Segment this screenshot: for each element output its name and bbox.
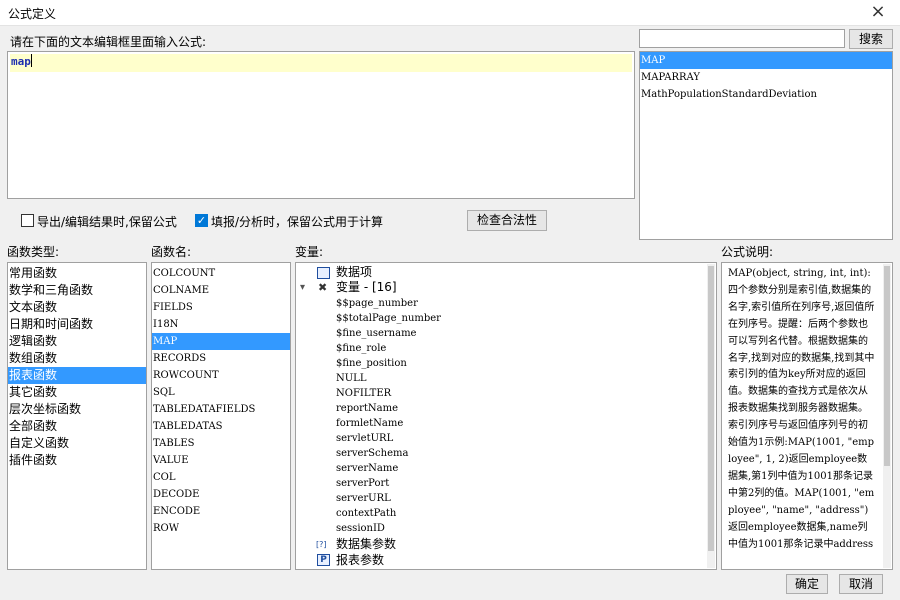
search-result-item[interactable]: MAPARRAY (640, 69, 892, 86)
formula-editor-line[interactable]: map (10, 54, 632, 72)
search-results-list[interactable]: MAP MAPARRAY MathPopulationStandardDeviati… (639, 51, 893, 240)
keep-on-export-checkbox[interactable] (21, 214, 34, 227)
function-type-item[interactable]: 数学和三角函数 (8, 282, 146, 299)
function-types-header: 函数类型: (7, 245, 60, 259)
variable-item[interactable]: NOFILTER (336, 386, 391, 401)
text-caret (30, 54, 32, 67)
search-result-item[interactable]: MAP (640, 52, 892, 69)
data-item-icon (317, 267, 330, 279)
dataset-params-icon: [?] (316, 540, 327, 549)
function-name-item[interactable]: COLNAME (152, 282, 290, 299)
function-name-item[interactable]: FIELDS (152, 299, 290, 316)
tree-item-dataset-params[interactable]: 数据集参数 (336, 537, 396, 552)
variables-tree[interactable]: 数据项 ▾ ✖ 变量 - [16] $$page_number $$totalPa… (295, 262, 717, 570)
variable-item[interactable]: reportName (336, 401, 398, 416)
function-name-item[interactable]: I18N (152, 316, 290, 333)
variable-item[interactable]: serverPort (336, 476, 389, 491)
function-name-item[interactable]: ROWCOUNT (152, 367, 290, 384)
window-title: 公式定义 (8, 7, 57, 21)
function-type-item[interactable]: 报表函数 (8, 367, 146, 384)
keep-on-fill-checkbox[interactable]: ✓ (195, 214, 208, 227)
variable-item[interactable]: $fine_username (336, 326, 416, 341)
cancel-button[interactable]: 取消 (839, 574, 883, 594)
close-icon[interactable]: × (860, 1, 896, 25)
variable-item[interactable]: serverSchema (336, 446, 408, 461)
variable-item[interactable]: $fine_role (336, 341, 386, 356)
description-panel: MAP(object, string, int, int):四个参数分别是索引值… (721, 262, 893, 570)
variable-item[interactable]: $fine_position (336, 356, 407, 371)
function-type-item[interactable]: 全部函数 (8, 418, 146, 435)
function-type-item[interactable]: 文本函数 (8, 299, 146, 316)
variables-scroll-thumb[interactable] (708, 266, 714, 551)
tree-item-report-params[interactable]: 报表参数 (336, 553, 384, 568)
variable-item[interactable]: serverName (336, 461, 398, 476)
description-text: MAP(object, string, int, int):四个参数分别是索引值… (728, 268, 875, 550)
tree-item-data-items[interactable]: 数据项 (336, 265, 372, 280)
keep-on-fill-label: 填报/分析时，保留公式用于计算 (211, 215, 384, 229)
editor-label: 请在下面的文本编辑框里面输入公式: (10, 35, 207, 49)
function-name-item[interactable]: COL (152, 469, 290, 486)
variables-header: 变量: (295, 245, 324, 259)
variable-item[interactable]: NULL (336, 371, 366, 386)
ok-button[interactable]: 确定 (786, 574, 828, 594)
check-validity-button[interactable]: 检查合法性 (467, 210, 547, 231)
function-name-item[interactable]: ROW (152, 520, 290, 537)
report-params-icon: P (317, 554, 330, 566)
function-name-item[interactable]: VALUE (152, 452, 290, 469)
function-name-item[interactable]: DECODE (152, 486, 290, 503)
function-names-list[interactable]: COLCOUNT COLNAME FIELDS I18N MAP RECORDS ROWCO… (151, 262, 291, 570)
function-name-item[interactable]: SQL (152, 384, 290, 401)
function-type-item[interactable]: 层次坐标函数 (8, 401, 146, 418)
variable-item[interactable]: sessionID (336, 521, 385, 536)
title-bar: 公式定义 × (0, 0, 900, 26)
function-name-item[interactable]: TABLEDATAS (152, 418, 290, 435)
function-type-item[interactable]: 常用函数 (8, 265, 146, 282)
function-name-item[interactable]: ENCODE (152, 503, 290, 520)
function-name-item[interactable]: COLCOUNT (152, 265, 290, 282)
function-name-item[interactable]: TABLES (152, 435, 290, 452)
function-name-item[interactable]: MAP (152, 333, 290, 350)
variables-scrollbar[interactable] (707, 264, 715, 568)
function-type-item[interactable]: 数组函数 (8, 350, 146, 367)
description-scroll-thumb[interactable] (884, 266, 890, 466)
variable-item[interactable]: $$page_number (336, 296, 418, 311)
description-header: 公式说明: (721, 245, 774, 259)
variable-item[interactable]: $$totalPage_number (336, 311, 441, 326)
variable-item[interactable]: servletURL (336, 431, 393, 446)
variable-item[interactable]: contextPath (336, 506, 396, 521)
variable-item[interactable]: formletName (336, 416, 403, 431)
function-types-list[interactable]: 常用函数 数学和三角函数 文本函数 日期和时间函数 逻辑函数 数组函数 报表函数 其它函数 层次… (7, 262, 147, 570)
tree-item-variables[interactable]: 变量 - [16] (336, 280, 397, 295)
function-name-item[interactable]: TABLEDATAFIELDS (152, 401, 290, 418)
expand-chevron-icon[interactable]: ▾ (300, 280, 305, 295)
search-button[interactable]: 搜索 (849, 29, 893, 49)
function-type-item[interactable]: 自定义函数 (8, 435, 146, 452)
description-scrollbar[interactable] (883, 264, 891, 568)
formula-editor[interactable]: map (7, 51, 635, 199)
variable-icon: ✖ (318, 281, 328, 294)
search-result-item[interactable]: MathPopulationStandardDeviation (640, 86, 892, 103)
function-names-header: 函数名: (151, 245, 192, 259)
formula-text: map (11, 55, 31, 68)
variable-item[interactable]: serverURL (336, 491, 391, 506)
function-name-item[interactable]: RECORDS (152, 350, 290, 367)
search-input[interactable] (639, 29, 845, 48)
keep-on-export-label: 导出/编辑结果时,保留公式 (37, 215, 177, 229)
function-type-item[interactable]: 其它函数 (8, 384, 146, 401)
function-type-item[interactable]: 插件函数 (8, 452, 146, 469)
function-type-item[interactable]: 日期和时间函数 (8, 316, 146, 333)
function-type-item[interactable]: 逻辑函数 (8, 333, 146, 350)
